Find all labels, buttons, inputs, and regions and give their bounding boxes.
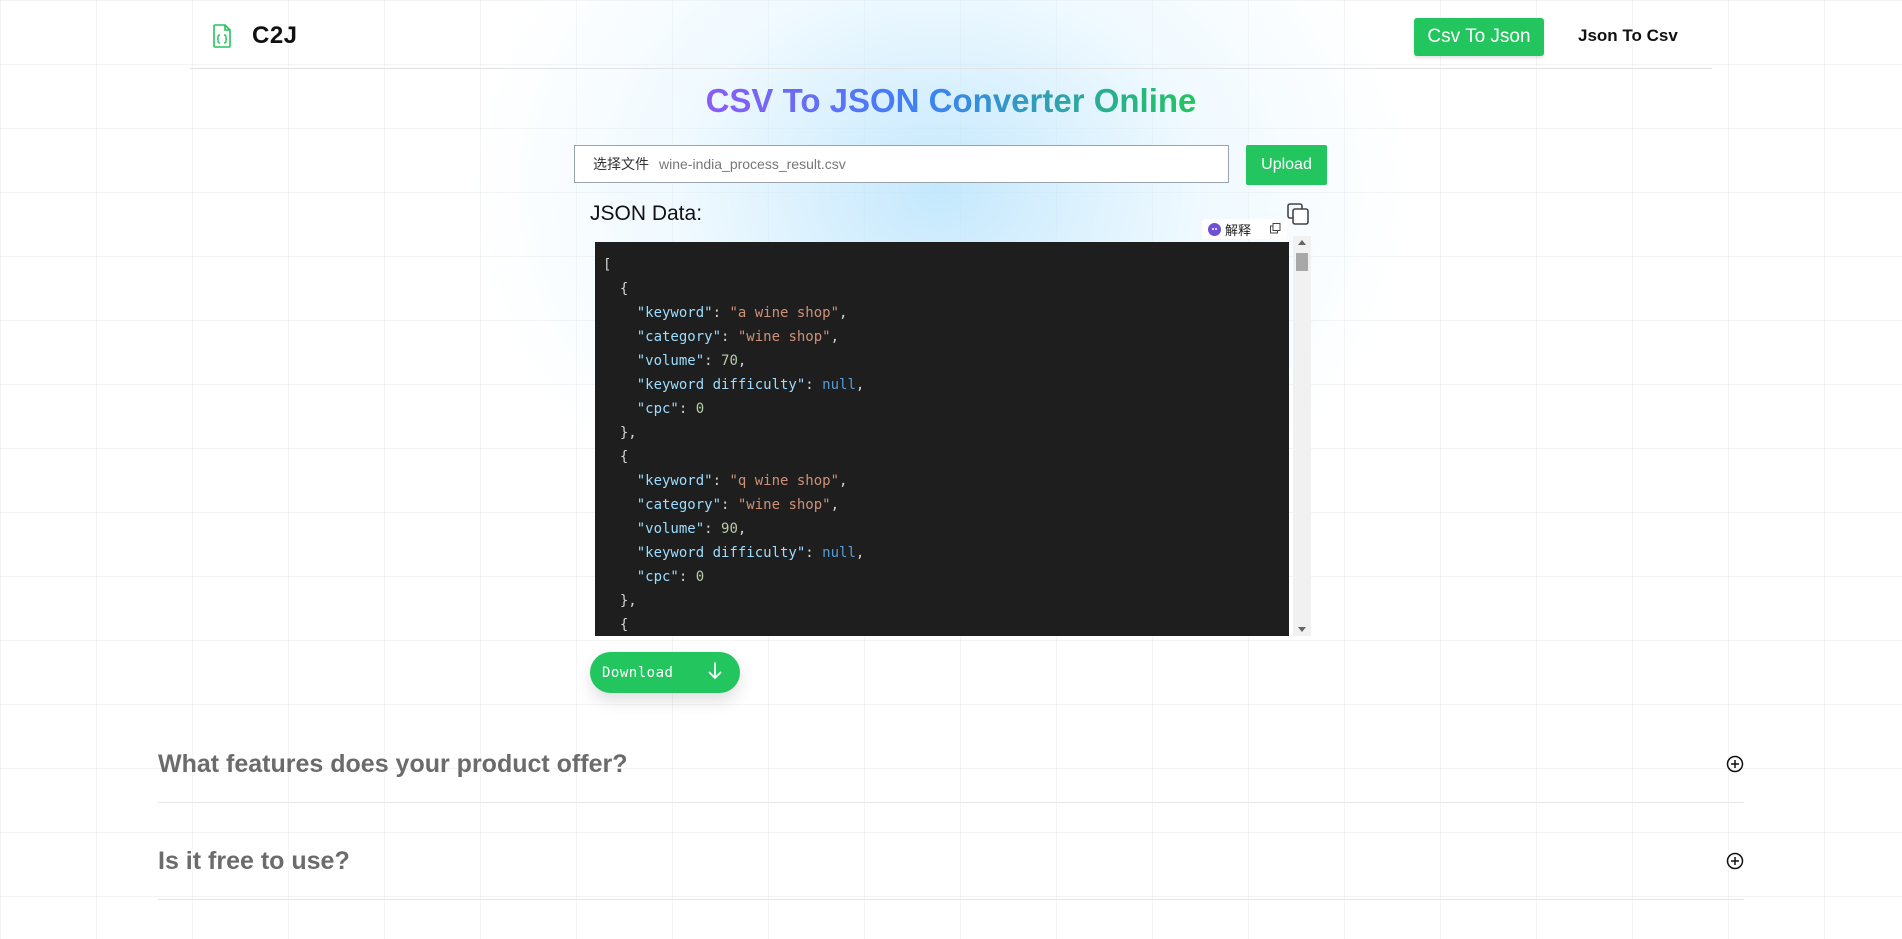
faq-item[interactable]: Is it free to use? <box>158 821 1744 900</box>
logo-text: C2J <box>252 22 298 49</box>
copy-icon[interactable] <box>1286 202 1310 226</box>
arrow-down-icon <box>708 662 722 679</box>
explain-label: 解释 <box>1225 222 1252 238</box>
plus-circle-icon[interactable] <box>1726 852 1744 870</box>
faq-item[interactable]: What features does your product offer? <box>158 724 1744 803</box>
download-button[interactable]: Download <box>590 652 740 693</box>
json-code: [ { "keyword": "a wine shop", "category"… <box>603 257 865 633</box>
upload-button[interactable]: Upload <box>1246 145 1327 185</box>
explain-extension-badge[interactable]: 解释 <box>1202 219 1287 239</box>
page-title: CSV To JSON Converter Online <box>0 82 1902 120</box>
scroll-up-arrow-icon[interactable] <box>1298 240 1306 245</box>
plus-circle-icon[interactable] <box>1726 755 1744 773</box>
faq-question: What features does your product offer? <box>158 750 628 778</box>
choose-file-button[interactable]: 选择文件 <box>593 154 649 174</box>
json-file-icon <box>213 24 231 48</box>
page-title-text: CSV To JSON Converter Online <box>705 82 1197 119</box>
logo[interactable]: C2J <box>212 22 298 50</box>
file-input[interactable]: 选择文件 wine-india_process_result.csv <box>574 145 1229 183</box>
json-data-label: JSON Data: <box>590 202 703 225</box>
site-header: C2J Csv To Json Json To Csv <box>190 0 1712 69</box>
extension-copy-icon[interactable] <box>1270 223 1281 234</box>
json-output-panel[interactable]: [ { "keyword": "a wine shop", "category"… <box>595 242 1289 636</box>
nav-csv-to-json-button[interactable]: Csv To Json <box>1414 18 1544 56</box>
scroll-thumb[interactable] <box>1296 253 1308 271</box>
json-scrollbar[interactable] <box>1293 236 1311 636</box>
faq-question: Is it free to use? <box>158 847 350 875</box>
download-label: Download <box>602 664 674 681</box>
nav-json-to-csv-link[interactable]: Json To Csv <box>1578 26 1678 46</box>
extension-logo-icon <box>1208 222 1221 236</box>
scroll-down-arrow-icon[interactable] <box>1298 627 1306 632</box>
file-name: wine-india_process_result.csv <box>659 156 846 172</box>
